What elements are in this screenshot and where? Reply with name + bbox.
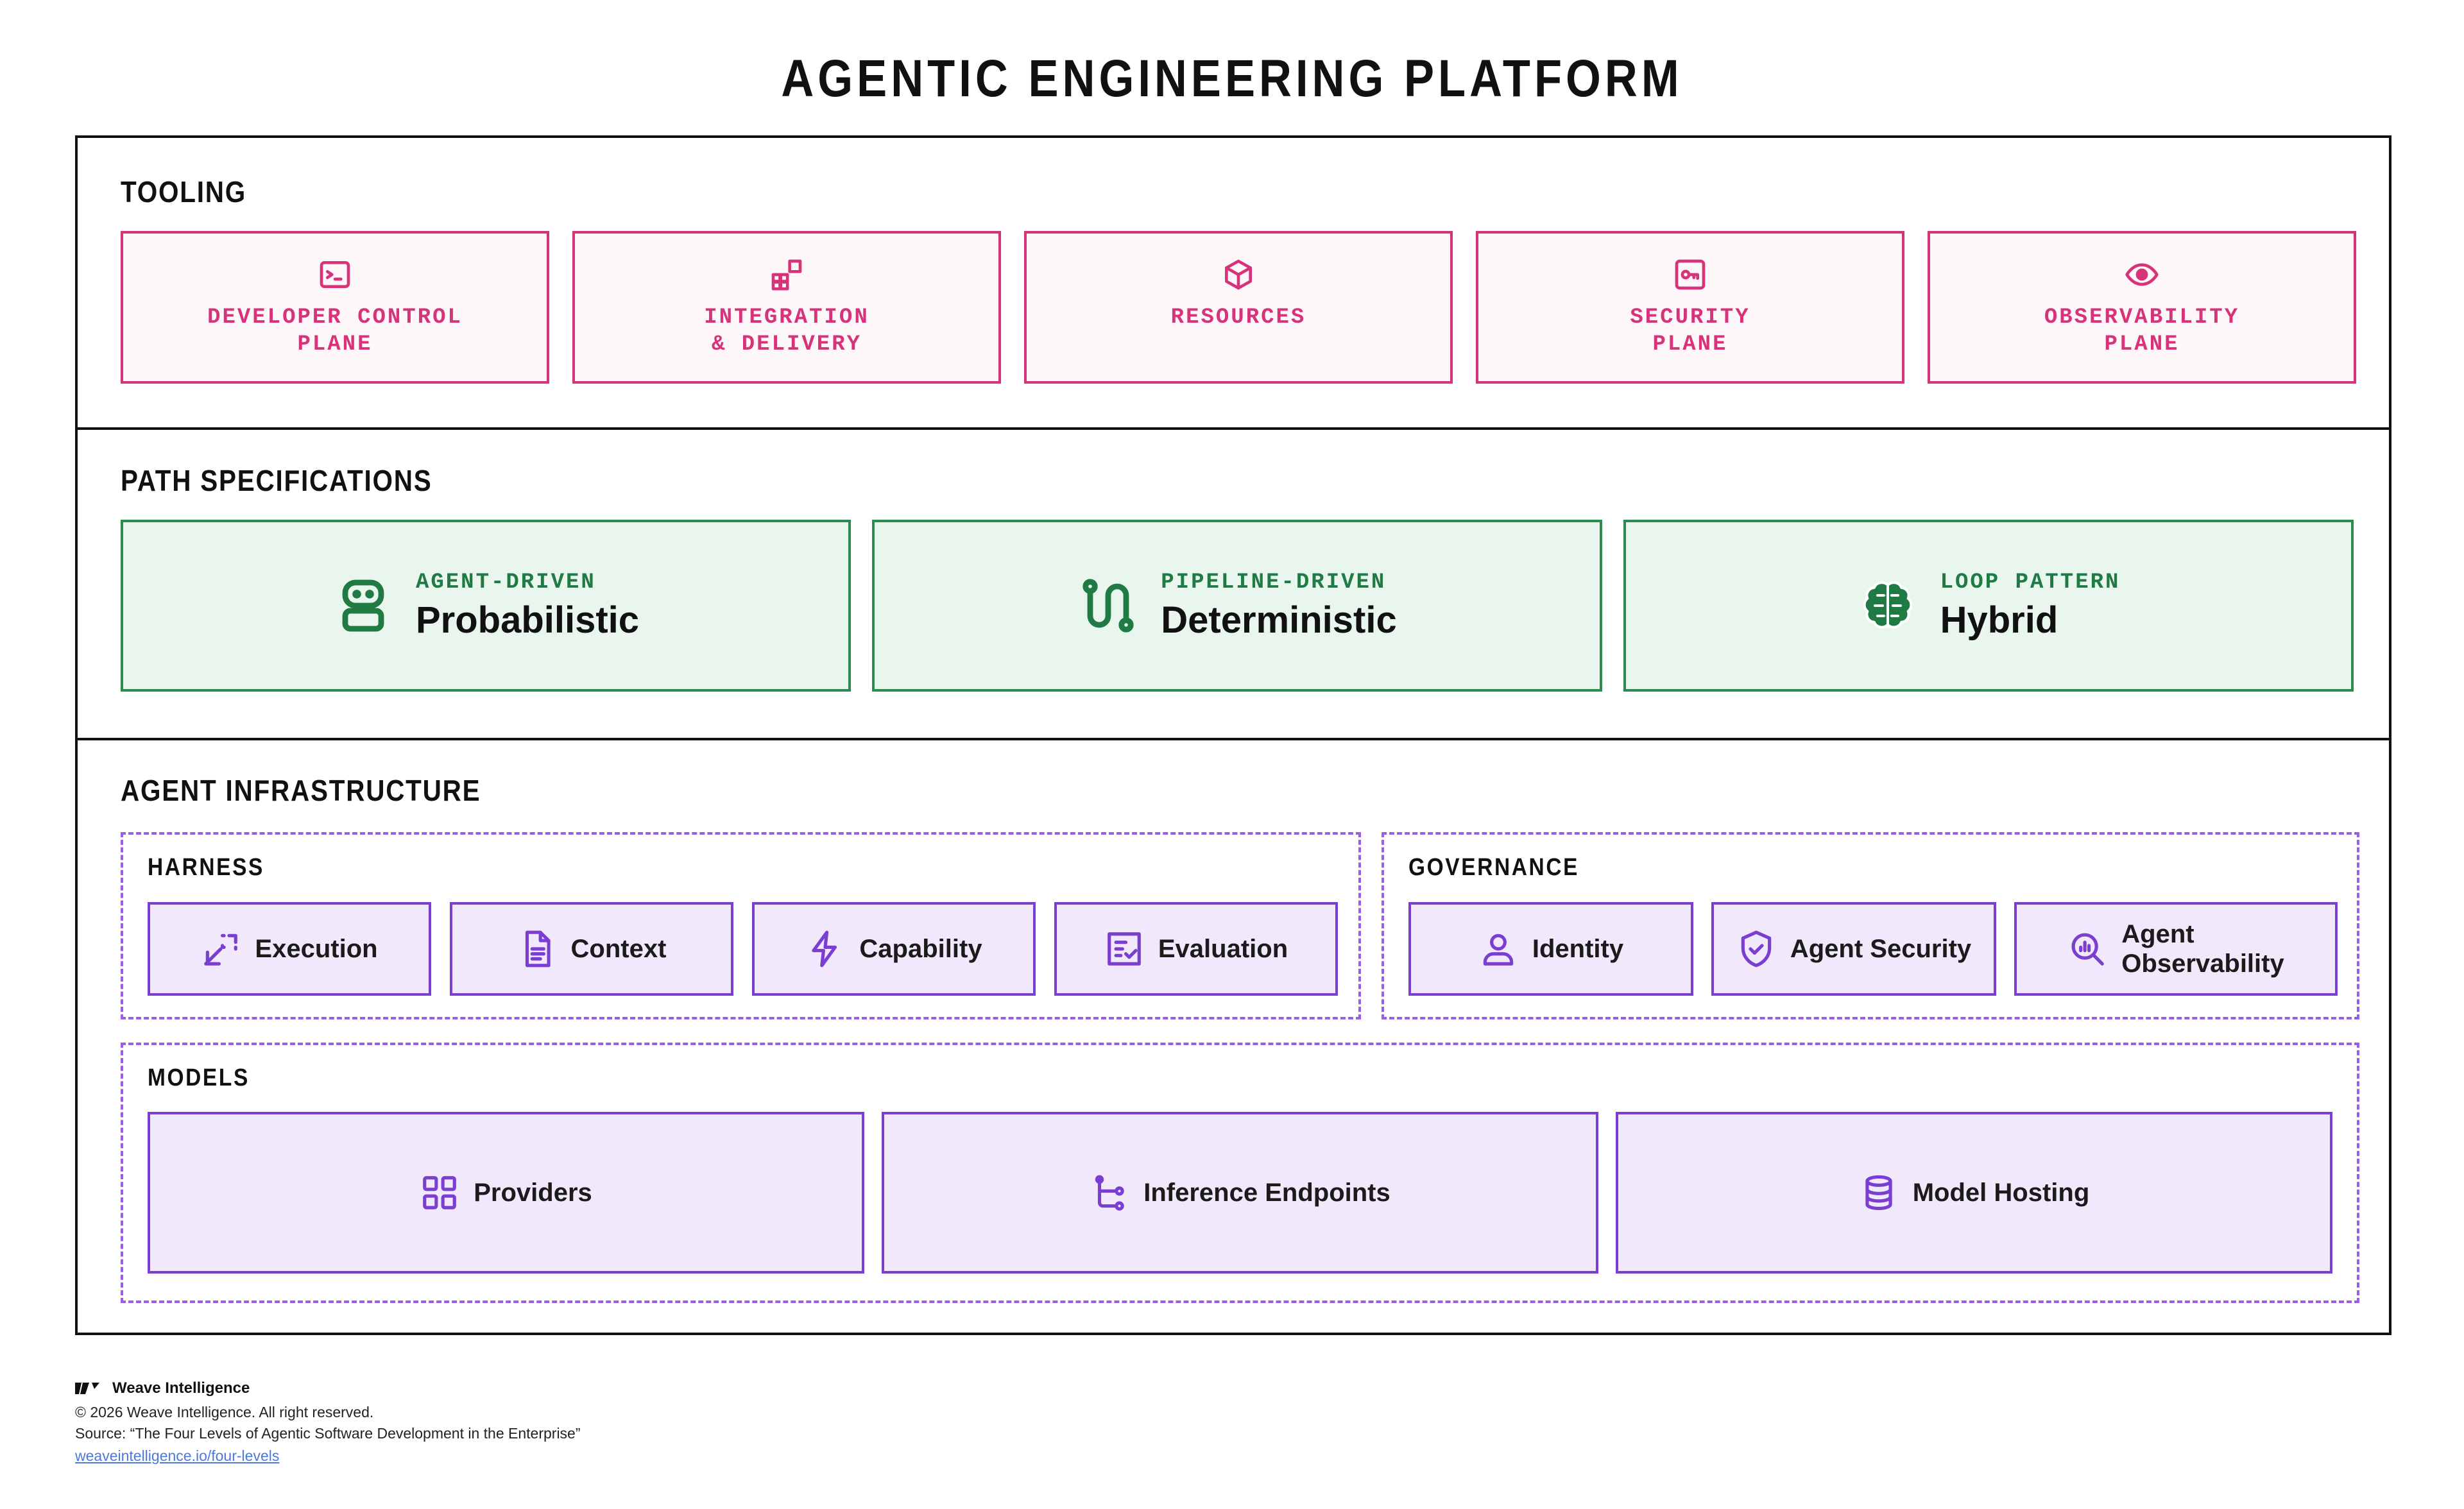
- copyright-text: © 2026 Weave Intelligence. All right res…: [75, 1404, 374, 1420]
- governance-item-identity[interactable]: Identity: [1408, 902, 1693, 996]
- infra-item-label: Agent Observability: [2121, 920, 2284, 978]
- path-kicker: AGENT-DRIVEN: [415, 570, 596, 595]
- checklist-icon: [1108, 932, 1141, 966]
- governance-item-agent-security[interactable]: Agent Security: [1711, 902, 1996, 996]
- tooling-label: TOOLING: [121, 175, 246, 209]
- tool-card-label: INTEGRATION & DELIVERY: [704, 305, 869, 357]
- agent-infrastructure-label: AGENT INFRASTRUCTURE: [121, 774, 481, 807]
- path-kicker: PIPELINE-DRIVEN: [1161, 570, 1387, 595]
- tool-card-developer-control-plane[interactable]: DEVELOPER CONTROL PLANE: [121, 231, 549, 384]
- terminal-icon: [320, 261, 350, 288]
- harness-item-execution[interactable]: Execution: [148, 902, 431, 996]
- weave-logo-icon: [75, 1383, 99, 1394]
- source-link[interactable]: weaveintelligence.io/four-levels: [75, 1447, 581, 1465]
- path-card-pipeline-driven[interactable]: PIPELINE-DRIVEN Deterministic: [872, 520, 1602, 692]
- footer: Weave Intelligence © 2026 Weave Intellig…: [75, 1379, 581, 1465]
- branch-icon: [1095, 1175, 1124, 1211]
- path-title: Probabilistic: [415, 599, 640, 641]
- bot-icon: [342, 579, 384, 632]
- document-icon: [525, 930, 551, 968]
- tool-card-resources[interactable]: RESOURCES: [1024, 231, 1453, 384]
- path-card-agent-driven[interactable]: AGENT-DRIVEN Probabilistic: [121, 520, 851, 692]
- tool-card-integration-delivery[interactable]: INTEGRATION & DELIVERY: [572, 231, 1001, 384]
- arrow-target-icon: [204, 934, 238, 966]
- cube-icon: [1225, 259, 1252, 290]
- key-icon: [1675, 259, 1706, 290]
- blocks-icon: [771, 259, 802, 291]
- user-icon: [1483, 934, 1514, 966]
- tool-card-observability-plane[interactable]: OBSERVABILITY PLANE: [1928, 231, 2356, 384]
- infra-item-label: Model Hosting: [1912, 1179, 2090, 1207]
- infra-item-label: Identity: [1532, 935, 1624, 963]
- harness-item-context[interactable]: Context: [450, 902, 733, 996]
- database-icon: [1865, 1175, 1892, 1211]
- brain-icon: [1863, 581, 1912, 629]
- shield-icon: [1741, 930, 1772, 968]
- harness-group: HARNESS Execution Context Capability Eva…: [121, 832, 1361, 1019]
- governance-item-agent-observability[interactable]: Agent Observability: [2014, 902, 2338, 996]
- models-label: MODELS: [148, 1064, 250, 1091]
- path-kicker: LOOP PATTERN: [1940, 570, 2121, 595]
- infra-item-label: Agent Security: [1790, 935, 1972, 963]
- eye-icon: [2125, 263, 2159, 286]
- governance-label: GOVERNANCE: [1408, 854, 1580, 881]
- models-item-inference-endpoints[interactable]: Inference Endpoints: [882, 1112, 1598, 1274]
- infra-item-label: Evaluation: [1158, 935, 1288, 963]
- harness-item-evaluation[interactable]: Evaluation: [1054, 902, 1338, 996]
- governance-group: GOVERNANCE Identity Agent Security Agent…: [1382, 832, 2359, 1019]
- tool-card-label: DEVELOPER CONTROL PLANE: [207, 305, 463, 357]
- platform-frame: TOOLING DEVELOPER CONTROL PLANE INTEGRAT…: [75, 135, 2391, 1335]
- section-divider: [78, 427, 2389, 430]
- section-divider: [78, 738, 2389, 740]
- models-item-providers[interactable]: Providers: [148, 1112, 864, 1274]
- source-text: Source: “The Four Levels of Agentic Soft…: [75, 1425, 581, 1442]
- lightning-icon: [812, 930, 837, 968]
- search-chart-icon: [2071, 933, 2105, 966]
- path-title: Hybrid: [1940, 599, 2058, 641]
- infra-item-label: Context: [570, 935, 667, 963]
- tool-card-label: SECURITY PLANE: [1630, 305, 1750, 357]
- brand-name: Weave Intelligence: [112, 1379, 250, 1397]
- grid-icon: [423, 1176, 457, 1209]
- tool-card-label: OBSERVABILITY PLANE: [2044, 305, 2240, 357]
- infra-item-label: Execution: [255, 935, 378, 963]
- path-title: Deterministic: [1161, 599, 1397, 641]
- infra-item-label: Inference Endpoints: [1143, 1179, 1390, 1207]
- models-item-model-hosting[interactable]: Model Hosting: [1616, 1112, 2332, 1274]
- harness-item-capability[interactable]: Capability: [752, 902, 1036, 996]
- path-specifications-label: PATH SPECIFICATIONS: [121, 464, 432, 497]
- infra-item-label: Providers: [474, 1179, 592, 1207]
- harness-label: HARNESS: [148, 854, 264, 881]
- tool-card-security-plane[interactable]: SECURITY PLANE: [1476, 231, 1904, 384]
- tool-card-label: RESOURCES: [1170, 305, 1306, 330]
- path-card-loop-pattern[interactable]: LOOP PATTERN Hybrid: [1623, 520, 2354, 692]
- models-group: MODELS Providers Inference Endpoints Mod…: [121, 1043, 2359, 1303]
- brand: Weave Intelligence: [75, 1379, 581, 1397]
- infra-item-label: Capability: [859, 935, 982, 963]
- route-icon: [1082, 579, 1134, 633]
- page-title: AGENTIC ENGINEERING PLATFORM: [781, 49, 1683, 108]
